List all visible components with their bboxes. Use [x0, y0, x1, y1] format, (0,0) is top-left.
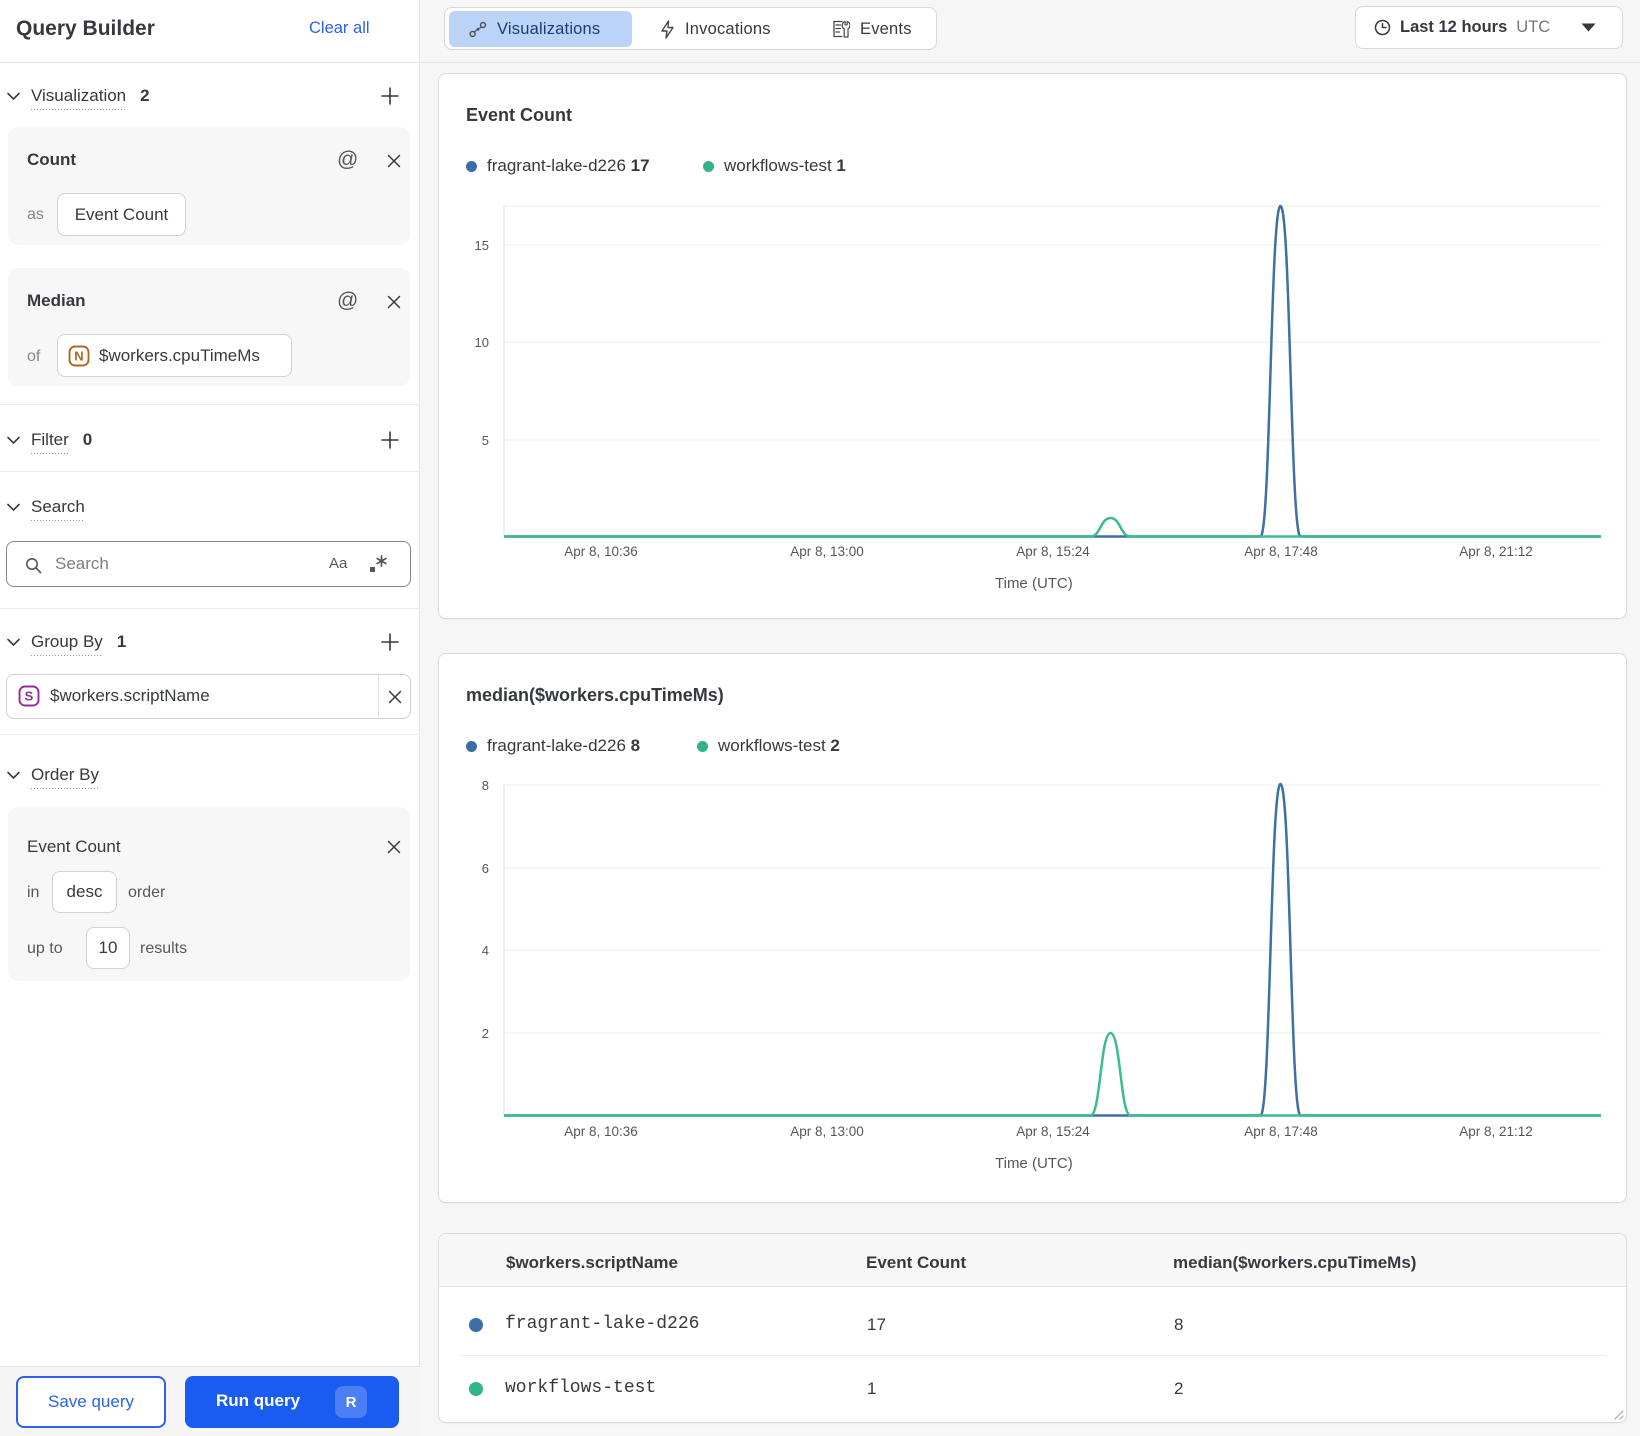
svg-text:N: N — [74, 348, 83, 363]
svg-text:S: S — [25, 689, 34, 704]
